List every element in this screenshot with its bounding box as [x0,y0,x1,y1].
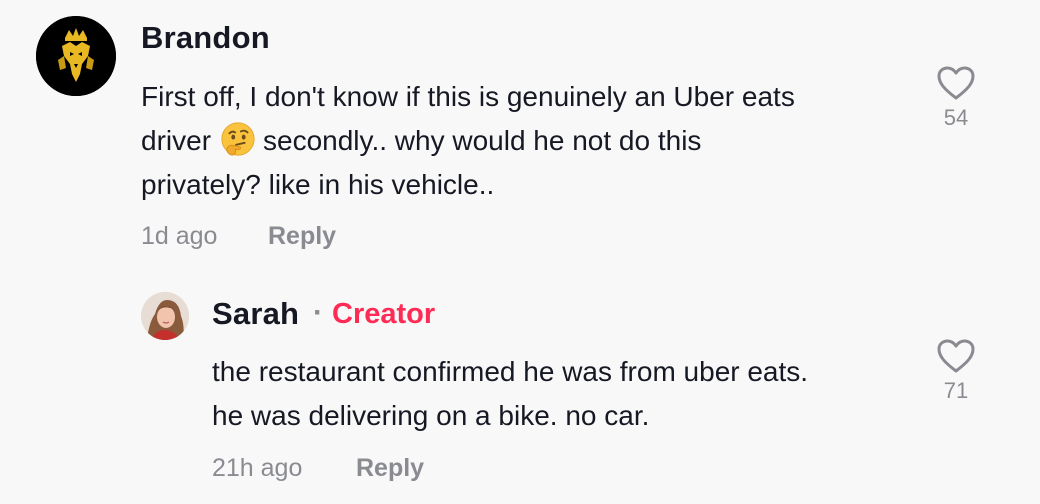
wolf-king-logo-icon [36,16,116,96]
timestamp: 1d ago [141,222,218,250]
reply-comment-item: Sarah · Creator the restaurant confirmed… [0,270,1040,504]
reply-button[interactable]: Reply [356,454,424,483]
like-count: 54 [943,105,969,130]
comment-item: Brandon First off, I don't know if this … [0,0,1040,270]
username[interactable]: Brandon [141,20,270,56]
comment-text: the restaurant confirmed he was from ube… [212,350,912,438]
like-control[interactable]: 54 [926,65,986,131]
like-control[interactable]: 71 [926,338,986,404]
like-count: 71 [943,378,969,403]
profile-photo-icon [141,292,189,340]
comment-line: driver [141,125,212,156]
avatar[interactable] [36,16,116,96]
heart-icon[interactable] [936,65,976,101]
comment-line: he was delivering on a bike. no car. [212,400,650,431]
username[interactable]: Sarah [212,296,299,332]
separator-dot: · [313,296,323,329]
thinking-face-emoji-icon [221,122,255,156]
comment-line: secondly.. why would he not do this [263,125,702,156]
creator-badge: Creator [332,298,436,330]
heart-icon[interactable] [936,338,976,374]
avatar[interactable] [141,292,189,340]
comment-line: First off, I don't know if this is genui… [141,81,795,112]
comment-line: privately? like in his vehicle.. [141,169,495,200]
timestamp: 21h ago [212,454,303,482]
comment-line-with-emoji: driver secondly.. why would he not do th… [141,119,901,163]
comment-line: the restaurant confirmed he was from ube… [212,356,809,387]
comment-text: First off, I don't know if this is genui… [141,75,901,207]
reply-button[interactable]: Reply [268,222,336,251]
